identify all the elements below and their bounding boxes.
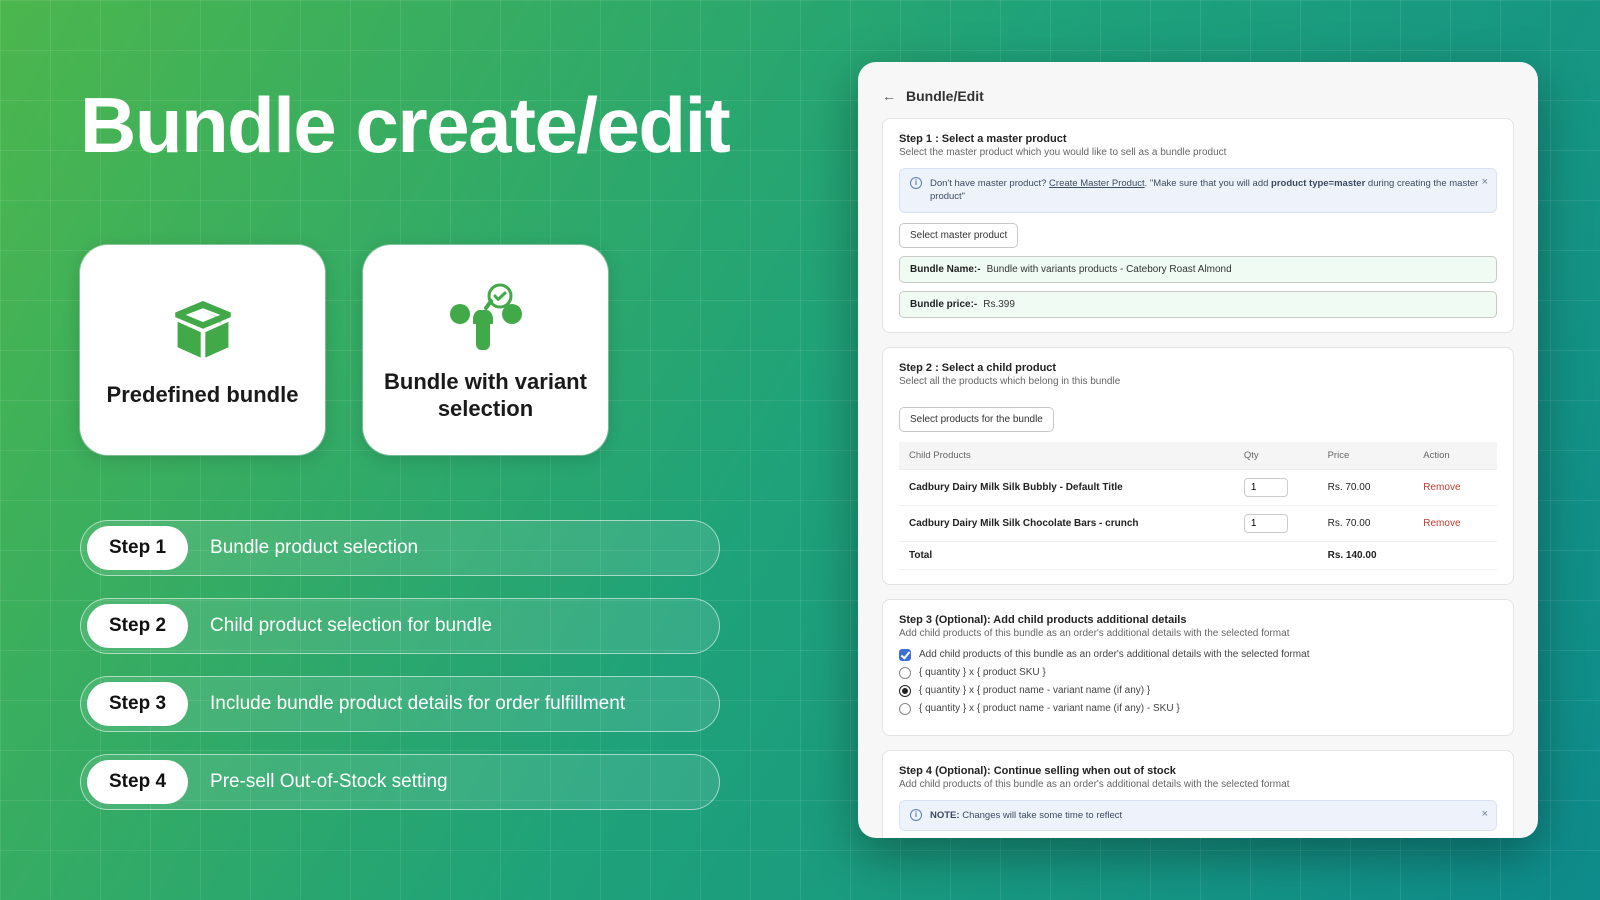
select-products-button[interactable]: Select products for the bundle bbox=[899, 407, 1054, 432]
step4-title: Step 4 (Optional): Continue selling when… bbox=[899, 765, 1497, 777]
step1-sub: Select the master product which you woul… bbox=[899, 147, 1497, 158]
create-master-link[interactable]: Create Master Product bbox=[1049, 178, 1145, 189]
format-radio-name-sku[interactable] bbox=[899, 703, 911, 715]
step4-card: Step 4 (Optional): Continue selling when… bbox=[882, 750, 1514, 838]
select-master-button[interactable]: Select master product bbox=[899, 223, 1018, 248]
bundle-name-field[interactable]: Bundle Name:- Bundle with variants produ… bbox=[899, 256, 1497, 283]
step-pill-3: Step 3 Include bundle product details fo… bbox=[80, 676, 720, 732]
step2-card: Step 2 : Select a child product Select a… bbox=[882, 347, 1514, 585]
close-icon[interactable]: × bbox=[1482, 807, 1488, 822]
step-badge: Step 4 bbox=[87, 760, 188, 804]
bundle-price-field[interactable]: Bundle price:- Rs.399 bbox=[899, 291, 1497, 318]
step4-sub: Add child products of this bundle as an … bbox=[899, 779, 1497, 790]
app-window: ← Bundle/Edit Step 1 : Select a master p… bbox=[858, 62, 1538, 838]
feature-card-variant[interactable]: Bundle with variant selection bbox=[363, 245, 608, 455]
qty-input[interactable] bbox=[1244, 514, 1288, 533]
variant-select-icon bbox=[446, 278, 526, 358]
info-banner-master: i Don't have master product? Create Mast… bbox=[899, 168, 1497, 213]
format-radio-sku[interactable] bbox=[899, 667, 911, 679]
step-text: Child product selection for bundle bbox=[210, 615, 492, 637]
page-title: Bundle create/edit bbox=[80, 80, 729, 171]
breadcrumb-title: Bundle/Edit bbox=[906, 88, 984, 104]
feature-label: Predefined bundle bbox=[107, 381, 299, 409]
step-badge: Step 3 bbox=[87, 682, 188, 726]
close-icon[interactable]: × bbox=[1482, 175, 1488, 190]
step-text: Include bundle product details for order… bbox=[210, 693, 625, 715]
add-details-checkbox[interactable] bbox=[899, 649, 911, 661]
back-arrow-icon[interactable]: ← bbox=[882, 88, 896, 104]
table-row: Cadbury Dairy Milk Silk Bubbly - Default… bbox=[899, 469, 1497, 505]
remove-link[interactable]: Remove bbox=[1423, 518, 1460, 529]
step2-sub: Select all the products which belong in … bbox=[899, 376, 1497, 387]
step-pill-2: Step 2 Child product selection for bundl… bbox=[80, 598, 720, 654]
step-badge: Step 1 bbox=[87, 526, 188, 570]
feature-card-predefined[interactable]: Predefined bundle bbox=[80, 245, 325, 455]
step-pill-1: Step 1 Bundle product selection bbox=[80, 520, 720, 576]
table-total-row: Total Rs. 140.00 bbox=[899, 541, 1497, 569]
steps-list: Step 1 Bundle product selection Step 2 C… bbox=[80, 520, 720, 810]
info-icon: i bbox=[910, 809, 922, 821]
step1-card: Step 1 : Select a master product Select … bbox=[882, 118, 1514, 333]
qty-input[interactable] bbox=[1244, 478, 1288, 497]
step3-card: Step 3 (Optional): Add child products ad… bbox=[882, 599, 1514, 736]
step3-sub: Add child products of this bundle as an … bbox=[899, 628, 1497, 639]
step-badge: Step 2 bbox=[87, 604, 188, 648]
step3-title: Step 3 (Optional): Add child products ad… bbox=[899, 614, 1497, 626]
remove-link[interactable]: Remove bbox=[1423, 482, 1460, 493]
feature-cards-row: Predefined bundle Bundle with variant se… bbox=[80, 245, 608, 455]
breadcrumb: ← Bundle/Edit bbox=[882, 88, 1520, 104]
feature-label: Bundle with variant selection bbox=[381, 368, 590, 423]
step1-title: Step 1 : Select a master product bbox=[899, 133, 1497, 145]
format-radio-name[interactable] bbox=[899, 685, 911, 697]
child-products-table: Child Products Qty Price Action Cadbury … bbox=[899, 442, 1497, 570]
info-banner-note: i NOTE: Changes will take some time to r… bbox=[899, 800, 1497, 831]
box-icon bbox=[163, 291, 243, 371]
step2-title: Step 2 : Select a child product bbox=[899, 362, 1497, 374]
step-text: Bundle product selection bbox=[210, 537, 418, 559]
table-row: Cadbury Dairy Milk Silk Chocolate Bars -… bbox=[899, 505, 1497, 541]
step-text: Pre-sell Out-of-Stock setting bbox=[210, 771, 448, 793]
info-icon: i bbox=[910, 177, 922, 189]
step-pill-4: Step 4 Pre-sell Out-of-Stock setting bbox=[80, 754, 720, 810]
